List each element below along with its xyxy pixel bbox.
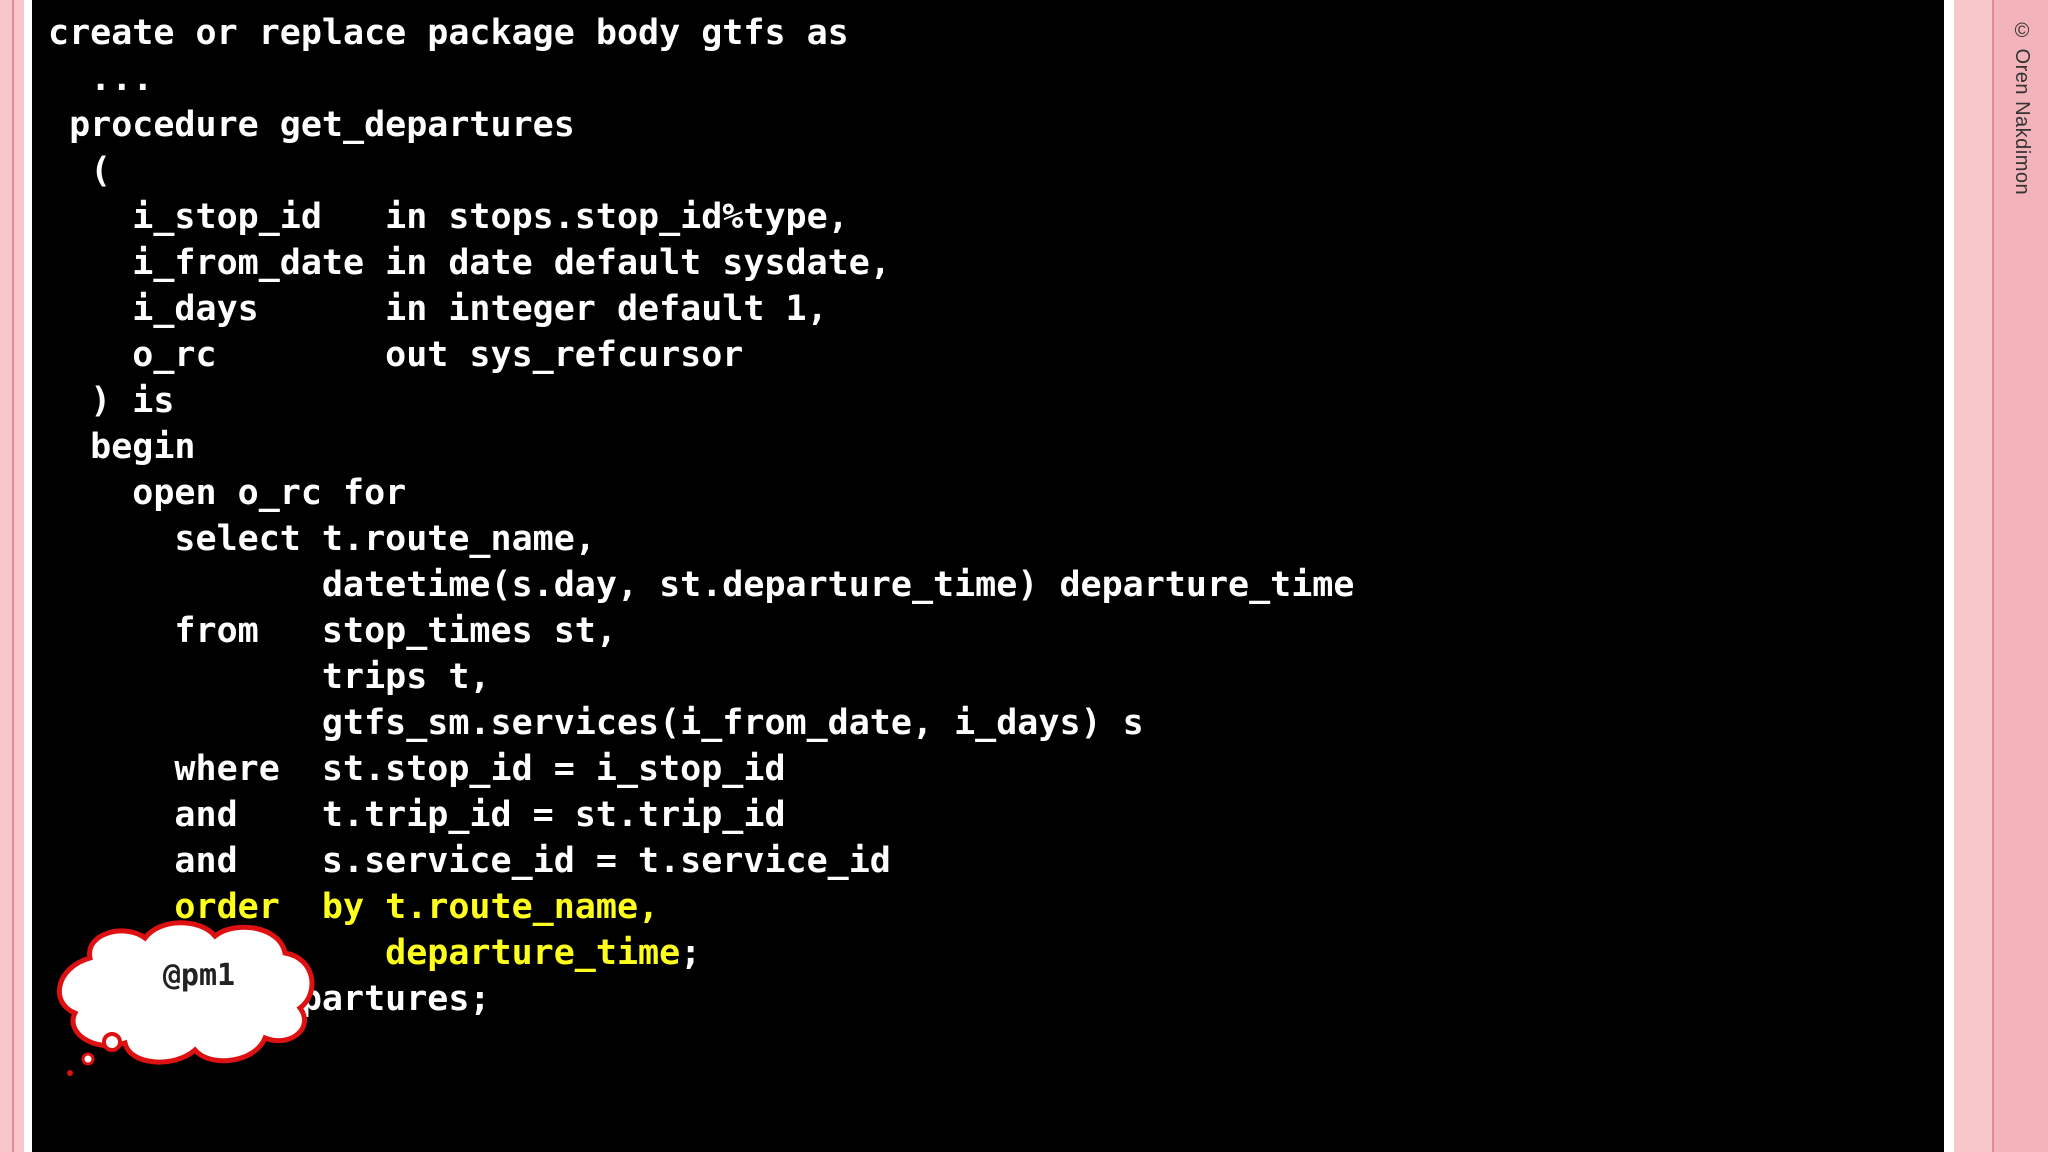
code-line: trips t, [48,657,491,697]
code-line: open o_rc for [48,473,407,513]
code-line: where st.stop_id = i_stop_id [48,749,786,789]
code-line: select t.route_name, [48,519,596,559]
code-line: create or replace package body gtfs as [48,13,849,53]
code-line: i_days in integer default 1, [48,289,828,329]
code-line: ( [48,151,112,191]
left-frame-gap [24,0,32,1152]
code-line: o_rc out sys_refcursor [48,335,744,375]
code-line: ... [48,59,154,99]
thought-bubble-label: @pm1 [162,958,236,993]
code-line: begin [48,427,196,467]
copyright-notice: © Oren Nakdimon [2011,20,2033,196]
code-line: from stop_times st, [48,611,617,651]
code-line: i_stop_id in stops.stop_id%type, [48,197,849,237]
code-line: procedure get_departures [48,105,575,145]
left-frame-line [12,0,14,1152]
code-line: and t.trip_id = st.trip_id [48,795,786,835]
code-listing: create or replace package body gtfs as .… [48,10,1354,1022]
code-line: i_from_date in date default sysdate, [48,243,891,283]
thought-bubble: @pm1 [50,918,340,1088]
right-frame-stripe [1954,0,1992,1152]
code-line: gtfs_sm.services(i_from_date, i_days) s [48,703,1144,743]
slide: create or replace package body gtfs as .… [0,0,2048,1152]
code-line: and s.service_id = t.service_id [48,841,891,881]
code-line: ) is [48,381,175,421]
code-line: datetime(s.day, st.departure_time) depar… [48,565,1355,605]
right-frame-gap [1944,0,1954,1152]
thought-cloud-icon [56,920,315,1076]
